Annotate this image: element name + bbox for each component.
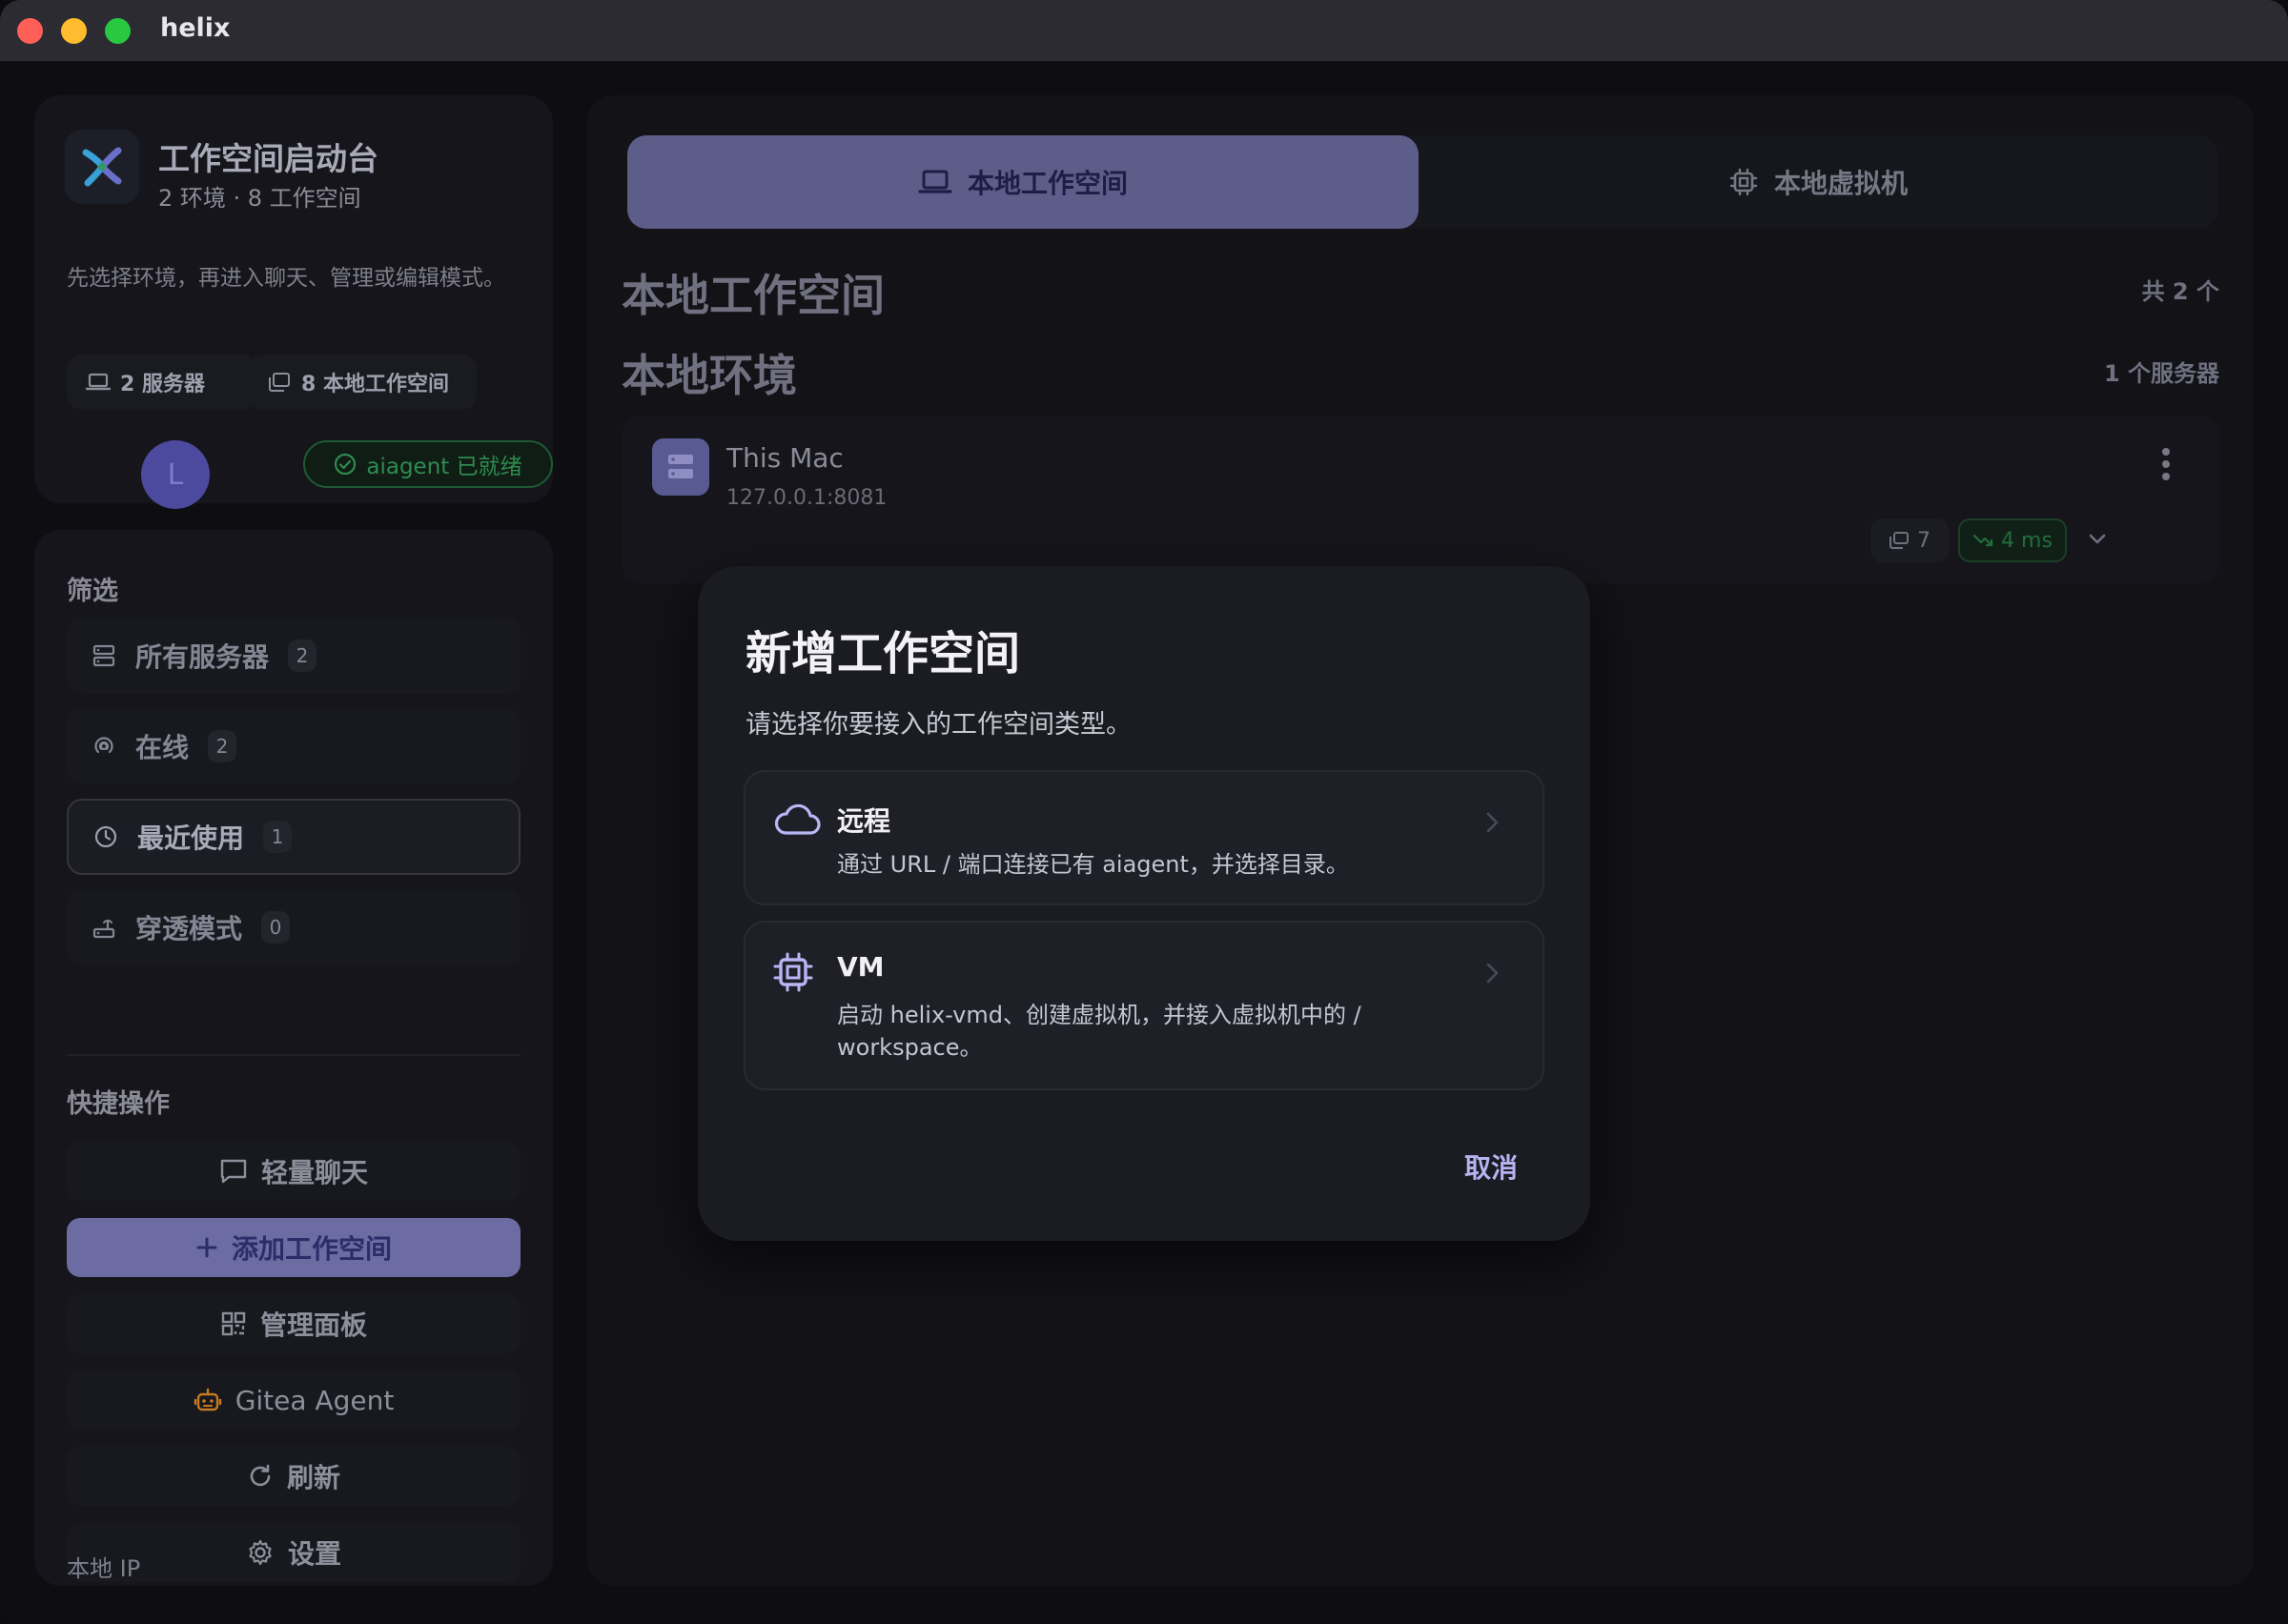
remote-option-description: 通过 URL / 端口连接已有 aiagent，并选择目录。 (837, 851, 1349, 878)
chevron-down-icon[interactable] (2086, 528, 2109, 555)
refresh-button[interactable]: 刷新 (67, 1447, 521, 1506)
stack-icon (1890, 532, 1909, 549)
servers-chip[interactable]: 2 服务器 (67, 355, 257, 410)
cloud-icon (772, 801, 822, 842)
quick-actions-label: 快捷操作 (67, 1089, 170, 1119)
light-chat-button[interactable]: 轻量聊天 (67, 1142, 521, 1201)
filter-all-servers-count: 2 (288, 639, 317, 672)
clock-icon (94, 825, 117, 848)
filter-card: 筛选 所有服务器 2 在线 2 最近使用 1 穿透模式 0 快捷操作 轻量聊天 … (34, 530, 553, 1586)
settings-label: 设置 (287, 1538, 341, 1570)
chip-icon (772, 951, 814, 997)
filter-recently-used[interactable]: 最近使用 1 (67, 799, 521, 875)
server-card[interactable]: This Mac 127.0.0.1:8081 7 4 ms (622, 416, 2219, 583)
vm-option[interactable]: VM 启动 helix-vmd、创建虚拟机，并接入虚拟机中的 / workspa… (744, 921, 1544, 1090)
trend-icon (1972, 534, 1993, 547)
local-workspaces-chip[interactable]: 8 本地工作空间 (248, 355, 477, 410)
robot-icon (194, 1388, 221, 1411)
check-circle-icon (335, 453, 357, 476)
chevron-right-icon (1481, 961, 1502, 989)
vm-option-description: 启动 helix-vmd、创建虚拟机，并接入虚拟机中的 / workspace。 (837, 1002, 1361, 1061)
chevron-right-icon (1481, 810, 1502, 839)
chip-icon (1729, 168, 1758, 196)
server-name: This Mac (726, 442, 844, 474)
light-chat-label: 轻量聊天 (260, 1157, 368, 1188)
cancel-button[interactable]: 取消 (1464, 1147, 1518, 1186)
remote-option[interactable]: 远程 通过 URL / 端口连接已有 aiagent，并选择目录。 (744, 770, 1544, 905)
add-workspace-dialog: 新增工作空间 请选择你要接入的工作空间类型。 远程 通过 URL / 端口连接已… (698, 566, 1590, 1241)
sidebar-divider (67, 1054, 521, 1056)
app-content: 工作空间启动台 2 环境 · 8 工作空间 先选择环境，再进入聊天、管理或编辑模… (0, 61, 2288, 1624)
tab-local-workspaces[interactable]: 本地工作空间 (627, 135, 1419, 229)
filter-all-servers-label: 所有服务器 (135, 641, 270, 673)
tab-bar: 本地工作空间 本地虚拟机 (627, 135, 2217, 229)
workspace-subtitle: 2 环境 · 8 工作空间 (158, 185, 361, 212)
admin-panel-label: 管理面板 (259, 1309, 367, 1341)
router-icon (92, 919, 115, 939)
close-window-button[interactable] (17, 18, 43, 44)
laptop-icon (86, 373, 111, 391)
vm-option-title: VM (837, 951, 885, 983)
zoom-window-button[interactable] (105, 18, 131, 44)
servers-chip-label: 2 服务器 (120, 373, 205, 396)
filter-recently-used-label: 最近使用 (137, 822, 245, 854)
filter-all-servers[interactable]: 所有服务器 2 (67, 618, 521, 694)
latency-badge: 4 ms (1958, 518, 2067, 562)
tab-local-vm-label: 本地虚拟机 (1773, 168, 1908, 199)
page-title: 本地工作空间 (622, 270, 885, 321)
refresh-icon (250, 1464, 271, 1487)
avatar[interactable]: L (141, 440, 210, 509)
aiagent-ready-label: aiagent 已就绪 (366, 455, 522, 479)
filter-online-count: 2 (208, 730, 237, 762)
title-bar: helix (0, 0, 2288, 62)
app-logo-icon (65, 130, 139, 204)
server-address: 127.0.0.1:8081 (726, 486, 888, 510)
laptop-icon (918, 170, 952, 193)
plus-icon (196, 1237, 217, 1258)
workspace-description: 先选择环境，再进入聊天、管理或编辑模式。 (67, 266, 505, 291)
filter-online-label: 在线 (135, 732, 190, 763)
tab-local-workspaces-label: 本地工作空间 (967, 168, 1128, 199)
gitea-agent-label: Gitea Agent (235, 1384, 395, 1416)
filter-tunnel-mode-label: 穿透模式 (135, 913, 243, 944)
dialog-title: 新增工作空间 (746, 627, 1021, 680)
stack-icon (269, 373, 290, 392)
workspace-summary-card: 工作空间启动台 2 环境 · 8 工作空间 先选择环境，再进入聊天、管理或编辑模… (34, 95, 553, 509)
local-ip-label: 本地 IP (67, 1555, 141, 1582)
total-count: 共 2 个 (2141, 278, 2219, 305)
window-title: helix (160, 13, 231, 43)
refresh-label: 刷新 (286, 1462, 340, 1493)
workspace-title: 工作空间启动台 (158, 140, 378, 177)
server-workspace-count: 7 (1870, 518, 1949, 562)
add-workspace-button[interactable]: 添加工作空间 (67, 1218, 521, 1277)
filter-online[interactable]: 在线 2 (67, 708, 521, 784)
server-workspace-count-label: 7 (1917, 528, 1930, 553)
admin-panel-button[interactable]: 管理面板 (67, 1294, 521, 1353)
server-count: 1 个服务器 (2103, 360, 2219, 387)
filter-tunnel-mode[interactable]: 穿透模式 0 (67, 889, 521, 965)
environment-heading: 本地环境 (622, 350, 797, 401)
server-icon (652, 438, 709, 496)
dashboard-icon (221, 1311, 246, 1336)
gear-icon (249, 1539, 272, 1566)
tab-local-vm[interactable]: 本地虚拟机 (1419, 135, 2217, 229)
add-workspace-label: 添加工作空间 (231, 1233, 392, 1265)
more-options-icon[interactable] (2162, 448, 2172, 485)
latency-label: 4 ms (2001, 528, 2053, 553)
minimize-window-button[interactable] (61, 18, 87, 44)
filter-tunnel-mode-count: 0 (261, 911, 291, 944)
app-window: helix 工作空间启动台 2 环境 · 8 工作空间 先选择环境，再进入聊天、… (0, 0, 2288, 1624)
dialog-description: 请选择你要接入的工作空间类型。 (746, 710, 1132, 740)
aiagent-ready-badge: aiagent 已就绪 (303, 440, 553, 488)
local-workspaces-chip-label: 8 本地工作空间 (301, 373, 449, 396)
remote-option-title: 远程 (837, 805, 891, 837)
signal-icon (94, 737, 113, 754)
filter-section-label: 筛选 (67, 577, 118, 606)
filter-recently-used-count: 1 (263, 821, 293, 853)
chat-icon (220, 1159, 247, 1184)
gitea-agent-button[interactable]: Gitea Agent (67, 1370, 521, 1430)
server-icon (92, 644, 115, 667)
